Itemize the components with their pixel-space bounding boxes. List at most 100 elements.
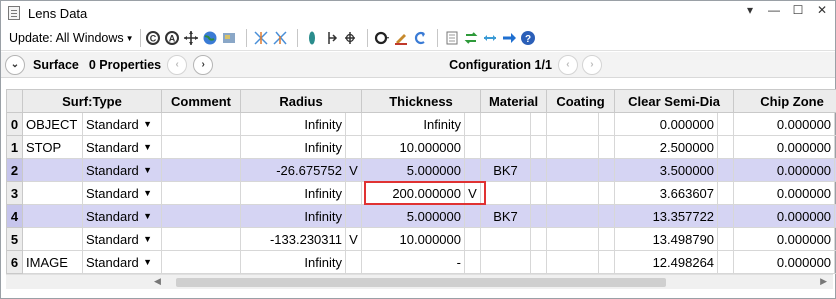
coating-cell[interactable]: [546, 181, 600, 205]
material-cell[interactable]: BK7: [480, 204, 531, 228]
update-current-icon[interactable]: C: [145, 29, 162, 47]
chip-zone-cell[interactable]: 0.000000: [733, 204, 836, 228]
radius-solve-cell[interactable]: [345, 204, 362, 228]
clear-semi-dia-cell[interactable]: 13.498790: [614, 227, 719, 251]
dropdown-arrow-icon[interactable]: ▼: [143, 211, 152, 221]
clear-semi-dia-cell[interactable]: 13.357722: [614, 204, 719, 228]
thickness-solve-cell[interactable]: [464, 227, 481, 251]
thickness-solve-cell[interactable]: [464, 204, 481, 228]
table-row[interactable]: 6 IMAGE Standard ▼ Infinity - 12.498264 0…: [6, 250, 836, 274]
minimize-icon[interactable]: —: [767, 3, 781, 17]
surface-type-cell[interactable]: Standard ▼: [82, 135, 162, 159]
chip-zone-cell[interactable]: 0.000000: [733, 250, 836, 274]
scrollbar-thumb[interactable]: [176, 278, 666, 287]
coating-solve-cell[interactable]: [598, 204, 616, 228]
material-solve-cell[interactable]: [529, 204, 548, 228]
column-header-material[interactable]: Material: [479, 89, 548, 113]
coating-cell[interactable]: [546, 204, 600, 228]
column-header-radius[interactable]: Radius: [240, 89, 362, 113]
row-number[interactable]: 2: [6, 158, 23, 182]
material-solve-cell[interactable]: [529, 181, 548, 205]
previous-surface-button[interactable]: ‹: [167, 54, 188, 75]
radius-solve-cell[interactable]: [345, 135, 362, 159]
coating-solve-cell[interactable]: [598, 135, 616, 159]
semi-dia-solve-cell[interactable]: [717, 204, 735, 228]
row-number[interactable]: 3: [6, 181, 23, 205]
collapse-chevron-icon[interactable]: ⌄: [5, 54, 25, 75]
column-header-chip-zone[interactable]: Chip Zone: [733, 89, 836, 113]
row-number[interactable]: 6: [6, 250, 23, 274]
surface-name-cell[interactable]: [22, 227, 83, 251]
material-solve-cell[interactable]: [529, 250, 548, 274]
radius-solve-cell[interactable]: [345, 181, 362, 205]
scroll-left-icon[interactable]: ◀: [154, 276, 161, 287]
expand-horizontal-icon[interactable]: [482, 29, 499, 47]
thickness-cell[interactable]: -: [361, 250, 465, 274]
radius-solve-cell[interactable]: [345, 250, 362, 274]
chip-zone-cell[interactable]: 0.000000: [733, 181, 836, 205]
thickness-solve-cell[interactable]: V: [464, 181, 481, 205]
coating-cell[interactable]: [546, 158, 600, 182]
surface-name-cell[interactable]: STOP: [22, 135, 83, 159]
chip-zone-cell[interactable]: 0.000000: [733, 135, 836, 159]
radius-cell[interactable]: Infinity: [240, 135, 346, 159]
chip-zone-cell[interactable]: 0.000000: [733, 227, 836, 251]
comment-cell[interactable]: [161, 181, 241, 205]
update-dropdown[interactable]: Update: All Windows ▼: [9, 31, 134, 45]
swap-green-icon[interactable]: [463, 29, 480, 47]
thickness-solve-cell[interactable]: [464, 158, 481, 182]
column-header-coating[interactable]: Coating: [546, 89, 616, 113]
clear-semi-dia-cell[interactable]: 0.000000: [614, 112, 719, 136]
column-header-comment[interactable]: Comment: [161, 89, 241, 113]
table-row[interactable]: 0 OBJECT Standard ▼ Infinity Infinity 0.0…: [6, 112, 836, 136]
semi-dia-solve-cell[interactable]: [717, 158, 735, 182]
radius-cell[interactable]: -133.230311: [240, 227, 346, 251]
ring-dropdown-icon[interactable]: [374, 29, 391, 47]
table-row[interactable]: 4 Standard ▼ Infinity 5.000000 BK7 13.357…: [6, 204, 836, 228]
chip-zone-cell[interactable]: 0.000000: [733, 112, 836, 136]
aperture-icon[interactable]: [342, 29, 359, 47]
table-row[interactable]: 3 Standard ▼ Infinity 200.000000 V 3.6636…: [6, 181, 836, 205]
update-all-icon[interactable]: A: [164, 29, 181, 47]
table-row[interactable]: 5 Standard ▼ -133.230311 V 10.000000 13.4…: [6, 227, 836, 251]
surface-name-cell[interactable]: [22, 181, 83, 205]
surface-type-cell[interactable]: Standard ▼: [82, 112, 162, 136]
radius-cell[interactable]: Infinity: [240, 181, 346, 205]
comment-cell[interactable]: [161, 158, 241, 182]
thickness-cell[interactable]: 5.000000: [361, 204, 465, 228]
make-focal-icon[interactable]: [253, 29, 270, 47]
globe-icon[interactable]: [202, 29, 219, 47]
thickness-solve-cell[interactable]: [464, 112, 481, 136]
next-surface-button[interactable]: ›: [193, 54, 214, 75]
move-icon[interactable]: [183, 29, 200, 47]
coating-cell[interactable]: [546, 227, 600, 251]
coating-solve-cell[interactable]: [598, 250, 616, 274]
dropdown-arrow-icon[interactable]: ▼: [143, 119, 152, 129]
help-icon[interactable]: ?: [520, 29, 537, 47]
row-number[interactable]: 5: [6, 227, 23, 251]
clear-semi-dia-cell[interactable]: 12.498264: [614, 250, 719, 274]
map-icon[interactable]: [221, 29, 238, 47]
notes-icon[interactable]: [444, 29, 461, 47]
thickness-cell[interactable]: Infinity: [361, 112, 465, 136]
edit-pen-icon[interactable]: [393, 29, 410, 47]
row-number[interactable]: 0: [6, 112, 23, 136]
coating-solve-cell[interactable]: [598, 181, 616, 205]
semi-dia-solve-cell[interactable]: [717, 112, 735, 136]
radius-solve-cell[interactable]: V: [345, 158, 362, 182]
close-icon[interactable]: ✕: [815, 3, 829, 17]
next-config-button[interactable]: ›: [581, 54, 602, 75]
previous-config-button[interactable]: ‹: [557, 54, 578, 75]
comment-cell[interactable]: [161, 250, 241, 274]
coating-solve-cell[interactable]: [598, 158, 616, 182]
surface-type-cell[interactable]: Standard ▼: [82, 250, 162, 274]
undo-swirl-icon[interactable]: [412, 29, 429, 47]
dropdown-arrow-icon[interactable]: ▼: [143, 257, 152, 267]
column-header-clear-semi-dia[interactable]: Clear Semi-Dia: [614, 89, 735, 113]
dropdown-arrow-icon[interactable]: ▼: [143, 234, 152, 244]
dropdown-menu-icon[interactable]: ▾: [743, 3, 757, 17]
thickness-solve-cell[interactable]: [464, 135, 481, 159]
row-number[interactable]: 4: [6, 204, 23, 228]
material-solve-cell[interactable]: [529, 112, 548, 136]
column-header-thickness[interactable]: Thickness: [361, 89, 481, 113]
